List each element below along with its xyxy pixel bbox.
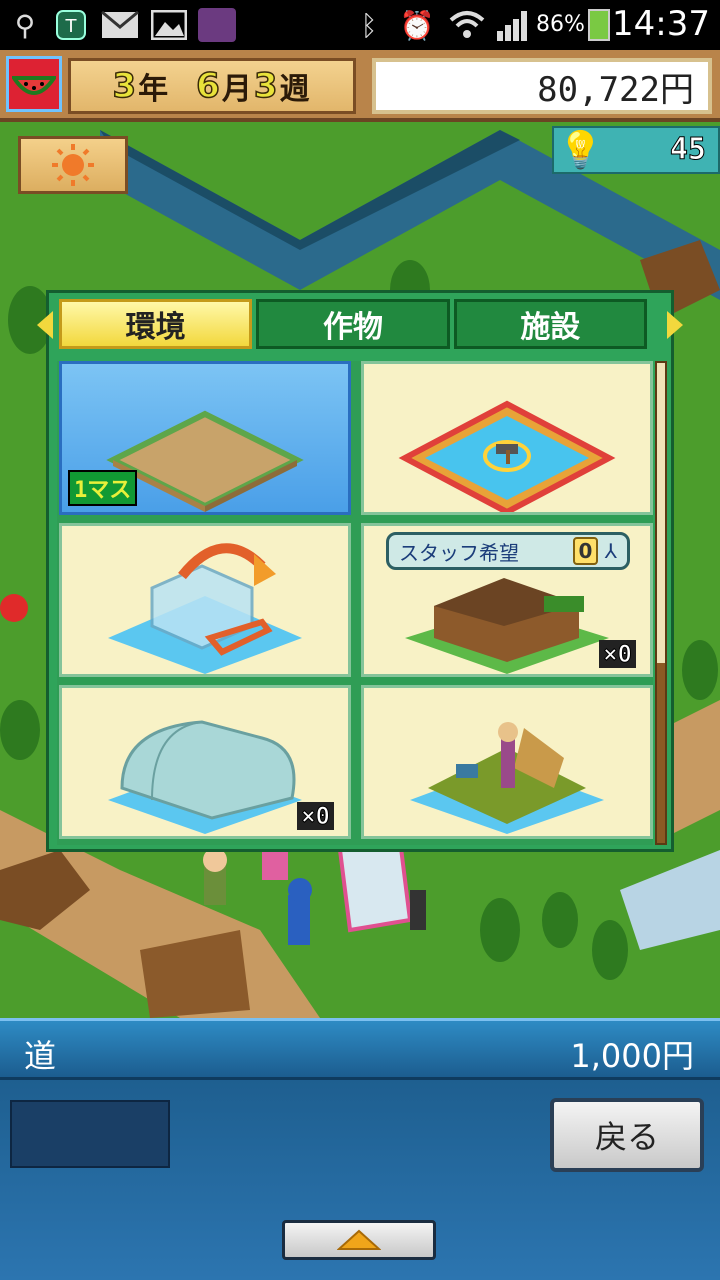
shield-app-icon: T xyxy=(54,8,88,42)
empty-action-slot xyxy=(10,1100,170,1168)
mail-icon xyxy=(100,8,140,42)
status-bar: ⚲ T ᛒ ⏰ 86% 14:37 xyxy=(0,0,720,50)
date-month: 6 xyxy=(195,65,222,107)
item-quantity: ×0 xyxy=(297,802,334,831)
signal-icon xyxy=(494,8,532,42)
date-year-unit: 年 xyxy=(138,72,171,107)
selection-info-bar: 道 1,000円 xyxy=(0,1018,720,1080)
person-icon: ⅄ xyxy=(604,539,617,563)
back-button[interactable]: 戻る xyxy=(550,1098,704,1172)
selected-item-price: 1,000円 xyxy=(570,1037,694,1075)
item-grid-scrollbar[interactable] xyxy=(655,361,667,845)
scroll-thumb[interactable] xyxy=(657,363,665,663)
date-month-unit: 月 xyxy=(221,72,254,107)
date-week: 3 xyxy=(253,65,280,107)
bottom-controls: 戻る xyxy=(0,1080,720,1280)
item-quantity: ×0 xyxy=(599,640,636,669)
item-scarecrow-field[interactable] xyxy=(361,685,653,839)
staff-request-label: スタッフ希望 xyxy=(399,540,519,565)
game-app-icon xyxy=(198,8,236,42)
prev-tab-arrow-icon[interactable] xyxy=(37,311,53,339)
usb-icon: ⚲ xyxy=(14,8,36,42)
selected-item-name: 道 xyxy=(24,1037,57,1075)
category-tabs: 環境 作物 施設 xyxy=(59,299,651,349)
svg-text:T: T xyxy=(65,16,78,37)
tab-environment[interactable]: 環境 xyxy=(59,299,253,349)
clock: 14:37 xyxy=(612,4,710,44)
tab-crops[interactable]: 作物 xyxy=(256,299,450,349)
bluetooth-icon: ᛒ xyxy=(360,8,378,42)
next-tab-arrow-icon[interactable] xyxy=(667,311,683,339)
item-farmhouse[interactable]: スタッフ希望 0 ⅄ ×0 xyxy=(361,523,653,677)
tab-facilities[interactable]: 施設 xyxy=(453,299,647,349)
date-display: 3 年 6 月 3 週 xyxy=(68,58,356,114)
research-points-value: 45 xyxy=(669,132,706,168)
alarm-icon: ⏰ xyxy=(399,8,435,42)
battery-icon xyxy=(588,9,610,41)
item-greenhouse[interactable]: ×0 xyxy=(59,685,351,839)
expand-menu-button[interactable] xyxy=(282,1220,436,1260)
date-week-unit: 週 xyxy=(279,72,312,107)
build-panel: 環境 作物 施設 1マス スタッフ希望 0 ⅄ ×0 ×0 xyxy=(37,290,683,852)
item-pond[interactable] xyxy=(361,361,653,516)
item-move-building[interactable] xyxy=(59,523,351,677)
staff-count-value: 0 xyxy=(572,537,599,565)
money-display: 80,722円 xyxy=(372,58,712,114)
lightbulb-icon: 💡 xyxy=(558,130,603,171)
scarecrow-field-icon xyxy=(410,722,604,834)
item-road[interactable]: 1マス xyxy=(59,361,351,515)
staff-request-badge: スタッフ希望 0 ⅄ xyxy=(386,532,630,570)
wifi-icon xyxy=(448,8,486,42)
tile-size-badge: 1マス xyxy=(68,470,138,506)
watermelon-menu-icon[interactable] xyxy=(6,56,62,112)
gallery-icon xyxy=(150,8,188,42)
pond-tile-icon xyxy=(398,400,616,516)
sunny-icon xyxy=(52,144,94,186)
research-points[interactable]: 💡 45 xyxy=(552,126,720,174)
staff-request-count: 0 ⅄ xyxy=(572,537,617,565)
item-grid: 1マス スタッフ希望 0 ⅄ ×0 ×0 xyxy=(57,361,653,845)
move-building-icon xyxy=(108,543,302,674)
triangle-up-icon xyxy=(337,1229,381,1250)
date-year: 3 xyxy=(112,65,139,107)
battery-percent: 86% xyxy=(536,12,585,37)
weather-sign[interactable] xyxy=(18,136,128,194)
